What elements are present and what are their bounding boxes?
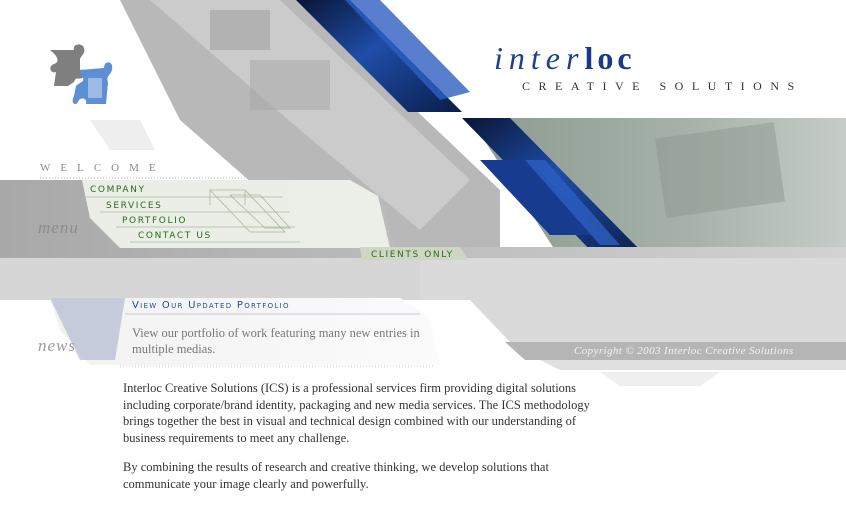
welcome-label: WELCOME (40, 162, 166, 174)
brand-name-bold: loc (584, 40, 636, 76)
news-label: news (38, 336, 76, 355)
news-headline-link[interactable]: View Our Updated Portfolio (132, 300, 290, 311)
brand-wordmark: interloc (494, 40, 636, 77)
nav-services-link[interactable]: SERVICES (106, 201, 162, 211)
nav-company-link[interactable]: COMPANY (90, 185, 146, 195)
menu-label: menu (38, 218, 79, 237)
nav-contact-link[interactable]: CONTACT US (138, 231, 212, 241)
brand-name-light: inter (494, 40, 585, 76)
nav-clients-only-link[interactable]: CLIENTS ONLY (371, 250, 454, 260)
brand-tagline: CREATIVE SOLUTIONS (522, 79, 803, 93)
intro-paragraph-2: By combining the results of research and… (123, 460, 549, 491)
logo-icon[interactable] (46, 42, 116, 112)
nav-portfolio-link[interactable]: PORTFOLIO (122, 216, 187, 226)
copyright-text: Copyright © 2003 Interloc Creative Solut… (574, 345, 794, 357)
news-body: View our portfolio of work featuring man… (132, 326, 420, 356)
intro-paragraph-1: Interloc Creative Solutions (ICS) is a p… (123, 381, 590, 445)
